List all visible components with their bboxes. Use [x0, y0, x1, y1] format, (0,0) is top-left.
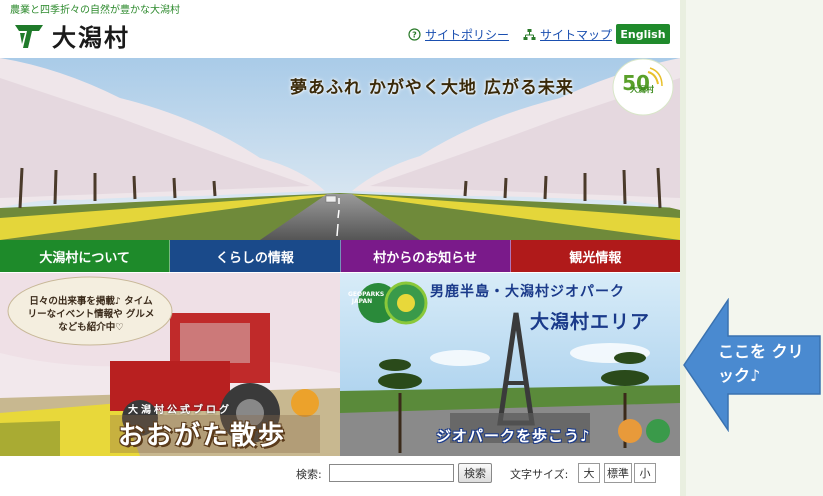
blog-banner[interactable]: 日々の出来事を掲載♪ タイムリーなイベント情報や グルメなども紹介中♡ 大潟村公… [0, 273, 340, 456]
search-input[interactable] [329, 464, 454, 482]
search-label: 検索: [296, 468, 322, 481]
banner-area: 日々の出来事を掲載♪ タイムリーなイベント情報や グルメなども紹介中♡ 大潟村公… [0, 273, 680, 456]
sitemap-label: サイトマップ [540, 28, 613, 42]
nav-notices[interactable]: 村からのお知らせ [340, 240, 511, 272]
village-emblem-icon [15, 24, 43, 48]
main-nav: 大潟村について くらしの情報 村からのお知らせ 観光情報 [0, 240, 680, 272]
geopark-logo-text: GEOPARKS JAPAN [348, 291, 385, 305]
blog-title: おおがた散歩 [118, 421, 287, 451]
english-button[interactable]: English [616, 24, 670, 44]
font-size-label: 文字サイズ: [510, 468, 569, 481]
hero-banner: 夢あふれ かがやく大地 広がる未来 50 大潟村 [0, 58, 680, 240]
blog-bubble-text: 日々の出来事を掲載♪ タイムリーなイベント情報や グルメなども紹介中♡ [27, 296, 155, 333]
font-size-standard-button[interactable]: 標準 [604, 463, 632, 483]
click-here-callout: ここを クリック♪ [718, 342, 804, 385]
badge-label: 大潟村 [630, 85, 654, 94]
geopark-area-title: 大潟村エリア [530, 311, 651, 333]
geopark-banner[interactable]: GEOPARKS JAPAN 男鹿半島・大潟村ジオパーク 大潟村エリア ジオパー… [340, 273, 680, 456]
search-bar: 検索: 検索 文字サイズ: 大 標準 小 [0, 458, 680, 490]
page-frame: 農業と四季折々の自然が豊かな大潟村 大潟村 ? サイトポリシー サイトマップ E… [0, 0, 680, 496]
blog-subtitle: 大潟村公式ブログ [128, 405, 232, 416]
logo-title: 大潟村 [52, 23, 130, 52]
hero-slogan: 夢あふれ かがやく大地 広がる未来 [290, 78, 574, 98]
site-tagline: 農業と四季折々の自然が豊かな大潟村 [10, 5, 180, 16]
font-size-large-button[interactable]: 大 [578, 463, 600, 483]
svg-text:?: ? [412, 31, 417, 40]
site-logo[interactable]: 大潟村 [14, 18, 130, 53]
header-links: ? サイトポリシー サイトマップ [408, 26, 626, 43]
nav-tourism[interactable]: 観光情報 [510, 240, 680, 272]
nav-living[interactable]: くらしの情報 [170, 240, 341, 272]
site-policy-link[interactable]: ? サイトポリシー [408, 26, 509, 43]
nav-about[interactable]: 大潟村について [0, 240, 171, 272]
question-circle-icon: ? [408, 28, 421, 41]
site-policy-label: サイトポリシー [425, 28, 510, 42]
sitemap-icon [523, 29, 536, 40]
geopark-walk-text: ジオパークを歩こう♪ [436, 427, 591, 445]
sitemap-link[interactable]: サイトマップ [523, 26, 612, 43]
geopark-title: 男鹿半島・大潟村ジオパーク [430, 284, 625, 300]
font-size-small-button[interactable]: 小 [634, 463, 656, 483]
search-button[interactable]: 検索 [458, 463, 492, 483]
